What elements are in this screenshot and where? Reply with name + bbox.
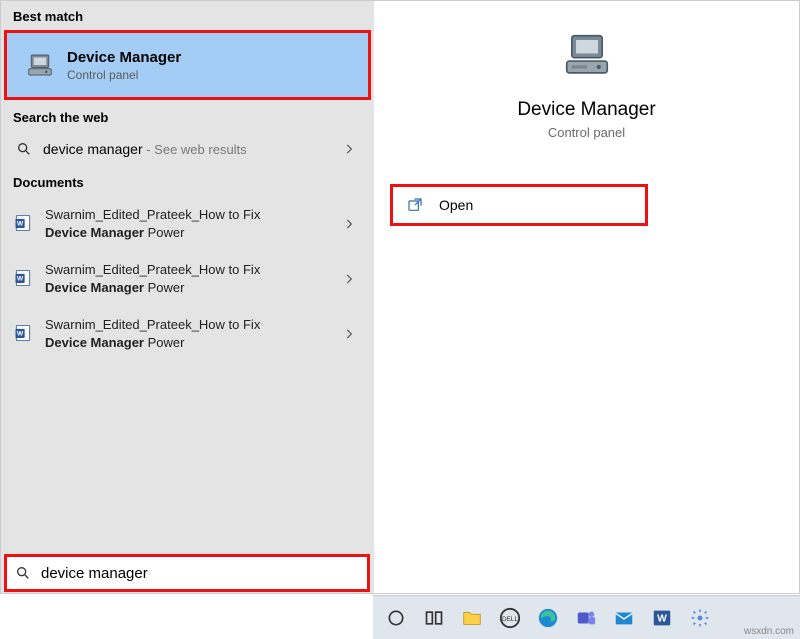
svg-text:W: W [17,220,24,227]
document-title: Swarnim_Edited_Prateek_How to FixDevice … [45,316,342,351]
best-match-result[interactable]: Device Manager Control panel [4,30,371,100]
word-doc-icon: W [13,268,35,290]
document-title: Swarnim_Edited_Prateek_How to FixDevice … [45,206,342,241]
file-explorer-icon[interactable] [459,605,485,631]
chevron-right-icon [342,217,356,231]
cortana-icon[interactable] [383,605,409,631]
open-icon [407,197,425,213]
task-view-icon[interactable] [421,605,447,631]
document-result[interactable]: W Swarnim_Edited_Prateek_How to FixDevic… [1,251,374,306]
search-web-header: Search the web [1,102,374,131]
best-match-subtitle: Control panel [67,68,181,82]
settings-icon[interactable] [687,605,713,631]
open-button[interactable]: Open [390,184,648,226]
best-match-title: Device Manager [67,49,181,66]
taskbar: DELL W [373,595,800,639]
search-input[interactable] [41,565,359,582]
svg-text:DELL: DELL [502,615,518,622]
search-bar[interactable] [4,554,370,592]
chevron-right-icon [342,272,356,286]
best-match-header: Best match [1,1,374,30]
search-icon [15,565,33,581]
dell-icon[interactable]: DELL [497,605,523,631]
word-icon[interactable]: W [649,605,675,631]
search-results-panel: Best match Device Manager Control panel … [1,1,374,593]
document-title: Swarnim_Edited_Prateek_How to FixDevice … [45,261,342,296]
documents-header: Documents [1,167,374,196]
web-result[interactable]: device manager - See web results [1,131,374,167]
attribution: wsxdn.com [744,626,794,637]
chevron-right-icon [342,142,356,156]
edge-icon[interactable] [535,605,561,631]
detail-subtitle: Control panel [374,125,799,140]
svg-text:W: W [17,330,24,337]
word-doc-icon: W [13,323,35,345]
document-result[interactable]: W Swarnim_Edited_Prateek_How to FixDevic… [1,306,374,361]
open-label: Open [439,197,473,213]
mail-icon[interactable] [611,605,637,631]
detail-panel: Device Manager Control panel Open [374,1,799,593]
word-doc-icon: W [13,213,35,235]
teams-icon[interactable] [573,605,599,631]
chevron-right-icon [342,327,356,341]
web-result-text: device manager - See web results [43,141,342,157]
svg-text:W: W [657,613,667,624]
detail-app-icon [374,29,799,83]
document-result[interactable]: W Swarnim_Edited_Prateek_How to FixDevic… [1,196,374,251]
search-icon [13,141,35,157]
svg-text:W: W [17,275,24,282]
detail-title: Device Manager [374,99,799,121]
device-manager-icon [25,50,55,80]
